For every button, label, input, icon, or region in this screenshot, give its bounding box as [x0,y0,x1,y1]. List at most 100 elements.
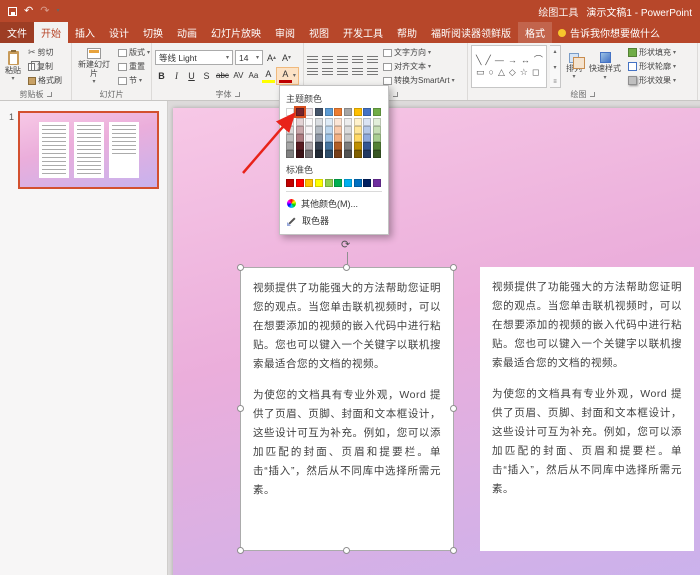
tab-foxit[interactable]: 福昕阅读器领鲜版 [424,22,518,43]
theme-color-shade-swatch[interactable] [296,126,304,134]
theme-color-shade-swatch[interactable] [344,118,352,126]
theme-color-shade-swatch[interactable] [325,150,333,158]
theme-color-swatch[interactable] [373,108,381,116]
justify-icon[interactable] [352,68,363,77]
theme-color-shade-swatch[interactable] [334,134,342,142]
redo-icon[interactable]: ↷ [40,6,49,17]
theme-color-shade-swatch[interactable] [286,134,294,142]
tab-transitions[interactable]: 切换 [136,22,170,43]
standard-color-swatch[interactable] [296,179,304,187]
theme-color-swatch[interactable] [325,108,333,116]
theme-color-swatch[interactable] [354,108,362,116]
theme-color-shade-swatch[interactable] [373,142,381,150]
resize-handle-bottom-left[interactable] [237,547,244,554]
bold-button[interactable]: B [155,69,168,83]
theme-color-shade-swatch[interactable] [363,142,371,150]
theme-color-shade-swatch[interactable] [315,126,323,134]
resize-handle-bottom-right[interactable] [450,547,457,554]
theme-color-shade-swatch[interactable] [325,142,333,150]
theme-color-swatch[interactable] [334,108,342,116]
shape-icon[interactable]: ↔ [521,56,530,65]
standard-color-swatch[interactable] [305,179,313,187]
dialog-launcher-icon[interactable] [393,92,398,97]
grow-font-button[interactable]: A▴ [265,51,278,65]
tell-me-box[interactable]: 告诉我你想要做什么 [552,22,666,43]
theme-color-shade-swatch[interactable] [296,150,304,158]
theme-color-shade-swatch[interactable] [354,142,362,150]
numbering-icon[interactable] [322,56,333,65]
theme-color-shade-swatch[interactable] [315,118,323,126]
text-shadow-button[interactable]: S [200,69,213,83]
qat-customize-chevron-down-icon[interactable]: ▾ [56,8,59,14]
tab-format[interactable]: 格式 [518,22,552,43]
font-size-select[interactable]: 14 ▾ [235,50,263,65]
theme-color-shade-swatch[interactable] [363,134,371,142]
shape-icon[interactable]: ○ [489,68,494,77]
theme-color-swatch[interactable] [344,108,352,116]
theme-color-shade-swatch[interactable] [286,126,294,134]
change-case-button[interactable]: Aa [247,69,260,83]
resize-handle-top-left[interactable] [237,264,244,271]
character-spacing-button[interactable]: AV [232,69,245,83]
font-color-button[interactable]: A ▾ [277,68,298,84]
shape-icon[interactable]: — [495,56,504,65]
theme-color-swatch[interactable] [296,108,304,116]
save-icon[interactable] [8,7,17,16]
tab-help[interactable]: 帮助 [390,22,424,43]
shapes-gallery-scrollbar[interactable]: ▴ ▾ ≡ [550,45,561,88]
theme-color-shade-swatch[interactable] [286,150,294,158]
dialog-launcher-icon[interactable] [47,92,52,97]
text-direction-button[interactable]: 文字方向 ▾ [381,46,457,59]
theme-color-shade-swatch[interactable] [315,142,323,150]
theme-color-shade-swatch[interactable] [315,150,323,158]
dialog-launcher-icon[interactable] [590,92,595,97]
dialog-launcher-icon[interactable] [235,92,240,97]
tab-design[interactable]: 设计 [102,22,136,43]
paste-button[interactable]: 粘贴 ▾ [3,45,23,88]
theme-color-swatch[interactable] [315,108,323,116]
layout-button[interactable]: 版式 ▾ [116,46,148,59]
theme-color-shade-swatch[interactable] [354,150,362,158]
chevron-down-icon[interactable]: ▾ [553,64,556,71]
text-highlight-button[interactable]: A [262,69,275,83]
theme-color-shade-swatch[interactable] [363,126,371,134]
theme-color-shade-swatch[interactable] [305,126,313,134]
tab-home[interactable]: 开始 [34,22,68,43]
theme-color-shade-swatch[interactable] [305,142,313,150]
align-center-icon[interactable] [322,68,333,77]
tab-file[interactable]: 文件 [0,22,34,43]
tab-slideshow[interactable]: 幻灯片放映 [204,22,268,43]
undo-icon[interactable]: ↶ [24,6,33,17]
caret-up-icon[interactable]: ▴ [553,48,556,55]
theme-color-swatch[interactable] [305,108,313,116]
right-textbox[interactable]: 视频提供了功能强大的方法帮助您证明您的观点。当您单击联机视频时，可以在想要添加的… [480,267,694,551]
theme-color-shade-swatch[interactable] [373,126,381,134]
theme-color-shade-swatch[interactable] [354,118,362,126]
theme-color-shade-swatch[interactable] [296,118,304,126]
tab-insert[interactable]: 插入 [68,22,102,43]
theme-color-shade-swatch[interactable] [286,142,294,150]
line-spacing-icon[interactable] [367,56,378,65]
resize-handle-bottom[interactable] [343,547,350,554]
theme-color-shade-swatch[interactable] [354,126,362,134]
shape-effects-button[interactable]: 形状效果 ▾ [626,74,678,87]
align-text-button[interactable]: 对齐文本 ▾ [381,60,457,73]
align-right-icon[interactable] [337,68,348,77]
columns-icon[interactable] [367,68,378,77]
left-textbox[interactable]: 视频提供了功能强大的方法帮助您证明您的观点。当您单击联机视频时，可以在想要添加的… [240,267,454,551]
shape-icon[interactable]: ▭ [476,68,485,77]
theme-color-shade-swatch[interactable] [305,134,313,142]
standard-color-swatch[interactable] [354,179,362,187]
standard-color-swatch[interactable] [286,179,294,187]
resize-handle-right[interactable] [450,405,457,412]
align-left-icon[interactable] [307,68,318,77]
theme-color-shade-swatch[interactable] [363,118,371,126]
new-slide-button[interactable]: 新建幻灯片 ▾ [75,45,113,88]
font-name-select[interactable]: 等线 Light ▾ [155,50,233,65]
strikethrough-button[interactable]: abc [215,69,230,83]
theme-color-shade-swatch[interactable] [305,150,313,158]
shape-icon[interactable]: ☆ [520,68,528,77]
rotate-handle[interactable]: ⟳ [341,240,351,251]
shape-icon[interactable]: → [508,56,517,65]
theme-color-shade-swatch[interactable] [344,134,352,142]
